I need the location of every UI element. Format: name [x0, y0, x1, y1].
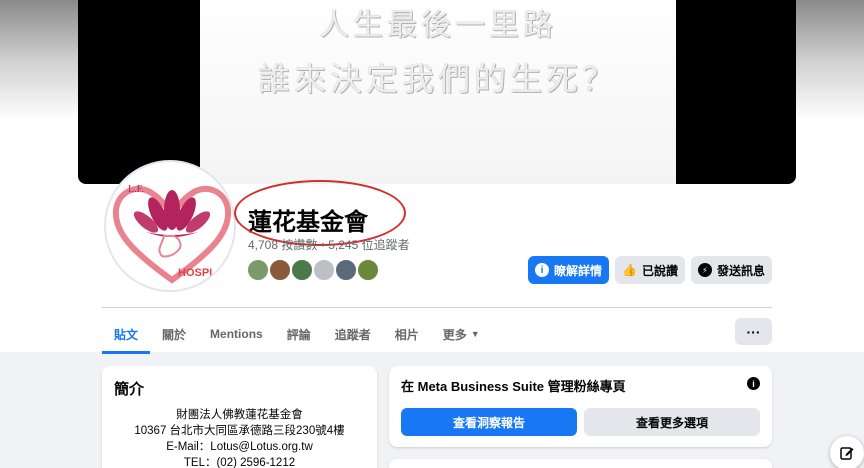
- intro-email: E-Mail：Lotus@Lotus.org.tw: [166, 441, 313, 453]
- intro-address: 10367 台北市大同區承德路三段230號4樓: [134, 425, 345, 437]
- info-icon[interactable]: i: [747, 377, 760, 390]
- compose-button[interactable]: [830, 436, 864, 468]
- page-stats[interactable]: 4,708 按讚數 • 5,245 位追蹤者: [248, 236, 410, 253]
- learn-more-label: 瞭解詳情: [553, 263, 602, 278]
- meta-card-title: 在 Meta Business Suite 管理粉絲專頁: [401, 379, 626, 394]
- tab-more-label: 更多: [442, 327, 467, 342]
- tab-mentions[interactable]: Mentions: [198, 314, 275, 354]
- intro-card: 簡介 財團法人佛教蓮花基金會 10367 台北市大同區承德路三段230號4樓 E…: [102, 366, 377, 468]
- friend-avatar[interactable]: [246, 258, 270, 282]
- meta-business-card: 在 Meta Business Suite 管理粉絲專頁 i 查看洞察報告 查看…: [389, 366, 772, 447]
- cover-text-line2: 誰來決定我們的生死？: [257, 60, 618, 98]
- logo-lf-text: L.F.: [128, 184, 144, 195]
- tab-posts[interactable]: 貼文: [102, 314, 151, 354]
- tab-about[interactable]: 關於: [150, 314, 198, 354]
- friends-avatars[interactable]: [246, 258, 380, 282]
- more-options-button[interactable]: ···: [735, 318, 772, 345]
- header-divider: [102, 307, 772, 308]
- friend-avatar[interactable]: [334, 258, 358, 282]
- liked-button[interactable]: 👍 已說讚: [615, 256, 685, 284]
- profile-picture[interactable]: L.F. HOSPI: [104, 160, 236, 292]
- view-more-options-button[interactable]: 查看更多選項: [584, 408, 760, 436]
- page-tabs: 貼文 關於 Mentions 評論 追蹤者 相片 更多 ▼: [102, 314, 492, 354]
- friend-avatar[interactable]: [356, 258, 380, 282]
- logo-hospi-text: HOSPI: [178, 267, 212, 279]
- cover-image: 人生最後一里路 誰來決定我們的生死？: [200, 0, 676, 184]
- learn-more-button[interactable]: i 瞭解詳情: [528, 256, 609, 284]
- thumbs-up-icon: 👍: [622, 263, 637, 277]
- tab-followers[interactable]: 追蹤者: [323, 314, 383, 354]
- send-message-label: 發送訊息: [716, 263, 765, 278]
- lotus-logo-icon: L.F. HOSPI: [112, 184, 232, 284]
- info-icon: i: [534, 263, 549, 277]
- view-insights-button[interactable]: 查看洞察報告: [401, 408, 577, 436]
- intro-phone: TEL：(02) 2596-1212: [183, 457, 296, 468]
- intro-org-name: 財團法人佛教蓮花基金會: [176, 409, 303, 421]
- messenger-icon: ⚡: [697, 263, 712, 277]
- edit-pencil-icon: [840, 447, 854, 460]
- caret-down-icon: ▼: [470, 329, 480, 339]
- intro-title: 簡介: [114, 381, 145, 398]
- friend-avatar[interactable]: [312, 258, 336, 282]
- liked-label: 已說讚: [641, 263, 678, 278]
- friend-avatar[interactable]: [268, 258, 292, 282]
- tab-reviews[interactable]: 評論: [275, 314, 323, 354]
- cover-text-line1: 人生最後一里路: [319, 8, 557, 43]
- send-message-button[interactable]: ⚡ 發送訊息: [691, 256, 772, 284]
- cover-photo[interactable]: 人生最後一里路 誰來決定我們的生死？: [78, 0, 796, 184]
- page-header: 人生最後一里路 誰來決定我們的生死？ L.F. HOSPI 蓮花基金會 4,70…: [0, 0, 864, 354]
- friend-avatar[interactable]: [290, 258, 314, 282]
- next-card: [389, 459, 772, 468]
- tab-more[interactable]: 更多 ▼: [431, 314, 492, 354]
- tab-photos[interactable]: 相片: [383, 314, 431, 354]
